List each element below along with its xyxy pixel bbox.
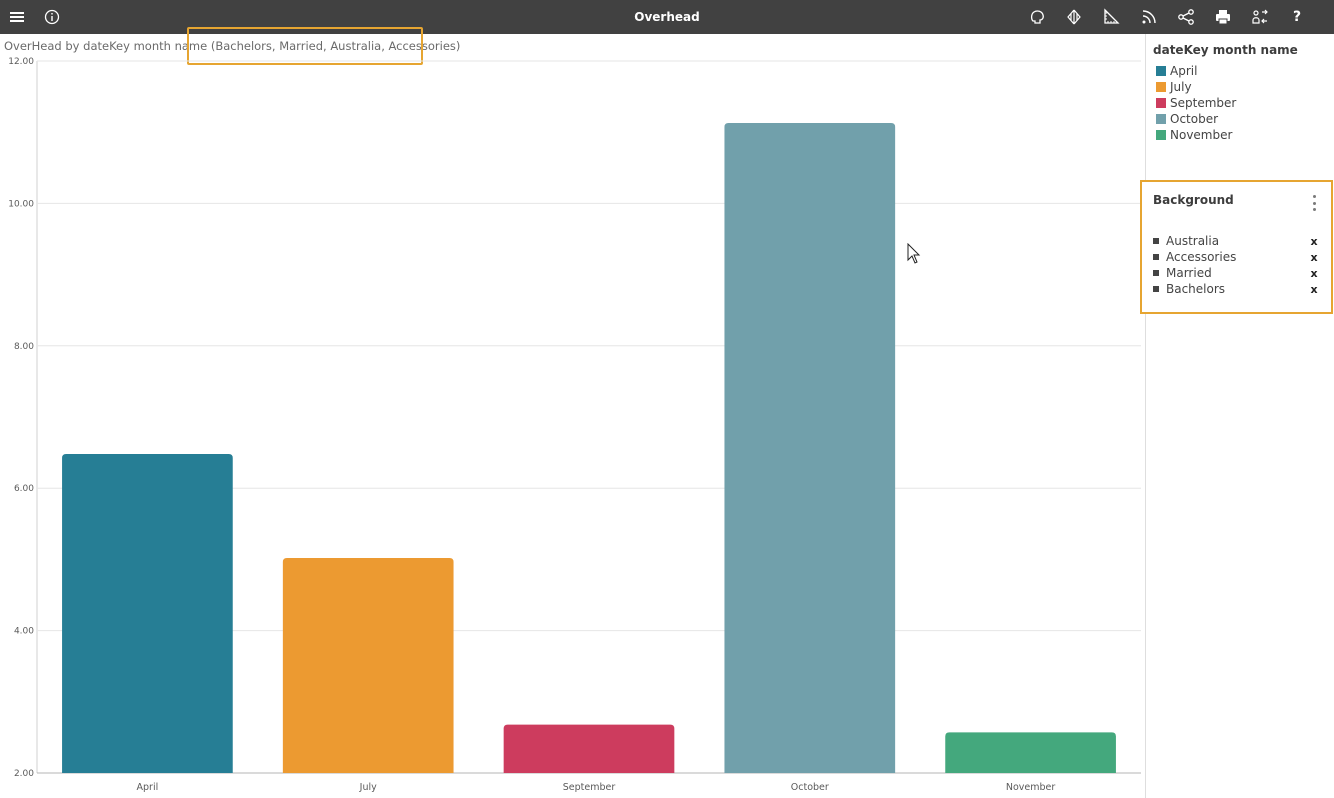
legend-item-label: April xyxy=(1170,64,1198,78)
x-tick-label: April xyxy=(137,782,159,793)
legend-item-september[interactable]: September xyxy=(1153,95,1328,111)
legend-item-july[interactable]: July xyxy=(1153,79,1328,95)
background-filter-item: Bachelors x xyxy=(1153,281,1319,297)
legend-item-label: October xyxy=(1170,112,1219,126)
remove-filter-button[interactable]: x xyxy=(1309,267,1319,280)
x-tick-label: September xyxy=(563,782,616,793)
layers-icon[interactable] xyxy=(1062,5,1086,29)
bullet-icon xyxy=(1153,238,1159,244)
bullet-icon xyxy=(1153,254,1159,260)
background-filter-label: Married xyxy=(1166,266,1212,280)
chart-title-text: OverHead by dateKey month name xyxy=(4,39,208,53)
more-options-icon[interactable] xyxy=(1311,195,1317,211)
remove-filter-button[interactable]: x xyxy=(1309,235,1319,248)
legend-item-label: November xyxy=(1170,128,1233,142)
chart-title: OverHead by dateKey month name (Bachelor… xyxy=(4,39,460,53)
y-tick-label: 2.00 xyxy=(14,769,34,779)
background-filter-label: Bachelors xyxy=(1166,282,1226,296)
background-panel: Background Australia x Accessories x Married… xyxy=(1140,180,1333,314)
x-tick-label: November xyxy=(1006,782,1056,793)
background-filter-item: Australia x xyxy=(1153,233,1319,249)
y-tick-label: 6.00 xyxy=(14,484,34,494)
swap-icon[interactable] xyxy=(1248,5,1272,29)
background-filter-item: Accessories x xyxy=(1153,249,1319,265)
bar-chart: 2.00 4.00 6.00 8.00 10.00 12.00 April July Septe… xyxy=(8,57,1141,793)
bar-october[interactable] xyxy=(724,122,896,774)
background-filter-label: Accessories xyxy=(1166,250,1237,264)
legend-swatch xyxy=(1156,66,1166,76)
bar-september[interactable] xyxy=(503,724,675,773)
feed-icon[interactable] xyxy=(1137,5,1161,29)
top-bar: Overhead ? xyxy=(0,0,1334,34)
bar-november[interactable] xyxy=(945,732,1116,773)
filter-summary: (Bachelors, Married, Australia, Accessor… xyxy=(210,39,461,53)
background-filter-label: Australia xyxy=(1166,234,1220,248)
help-icon[interactable]: ? xyxy=(1285,5,1309,29)
y-tick-label: 12.00 xyxy=(8,57,34,67)
legend-item-april[interactable]: April xyxy=(1153,63,1328,79)
brain-icon[interactable] xyxy=(1026,5,1050,29)
x-tick-label: July xyxy=(359,782,377,793)
mouse-cursor-icon xyxy=(907,243,921,264)
ruler-icon[interactable] xyxy=(1099,5,1123,29)
legend-swatch xyxy=(1156,82,1166,92)
y-tick-label: 4.00 xyxy=(14,627,34,637)
share-icon[interactable] xyxy=(1174,5,1198,29)
legend-item-october[interactable]: October xyxy=(1153,111,1328,127)
legend-item-label: July xyxy=(1170,80,1192,94)
legend-title: dateKey month name xyxy=(1153,43,1298,57)
legend-items: April July September October November xyxy=(1153,63,1328,143)
print-icon[interactable] xyxy=(1211,5,1235,29)
background-filter-list: Australia x Accessories x Married x Bachelors x xyxy=(1153,233,1319,297)
y-tick-label: 10.00 xyxy=(8,199,34,209)
side-panel-divider xyxy=(1145,34,1146,798)
legend-swatch xyxy=(1156,114,1166,124)
bar-april[interactable] xyxy=(62,454,233,773)
x-tick-label: October xyxy=(791,782,829,793)
legend-item-label: September xyxy=(1170,96,1237,110)
background-filter-item: Married x xyxy=(1153,265,1319,281)
bullet-icon xyxy=(1153,270,1159,276)
background-panel-title: Background xyxy=(1153,193,1234,207)
legend-swatch xyxy=(1156,130,1166,140)
legend-swatch xyxy=(1156,98,1166,108)
bar-july[interactable] xyxy=(282,557,454,773)
bullet-icon xyxy=(1153,286,1159,292)
y-tick-label: 8.00 xyxy=(14,342,34,352)
remove-filter-button[interactable]: x xyxy=(1309,283,1319,296)
legend: dateKey month name April July September Oct… xyxy=(1153,43,1328,143)
page-title: Overhead xyxy=(634,10,700,24)
legend-item-november[interactable]: November xyxy=(1153,127,1328,143)
remove-filter-button[interactable]: x xyxy=(1309,251,1319,264)
